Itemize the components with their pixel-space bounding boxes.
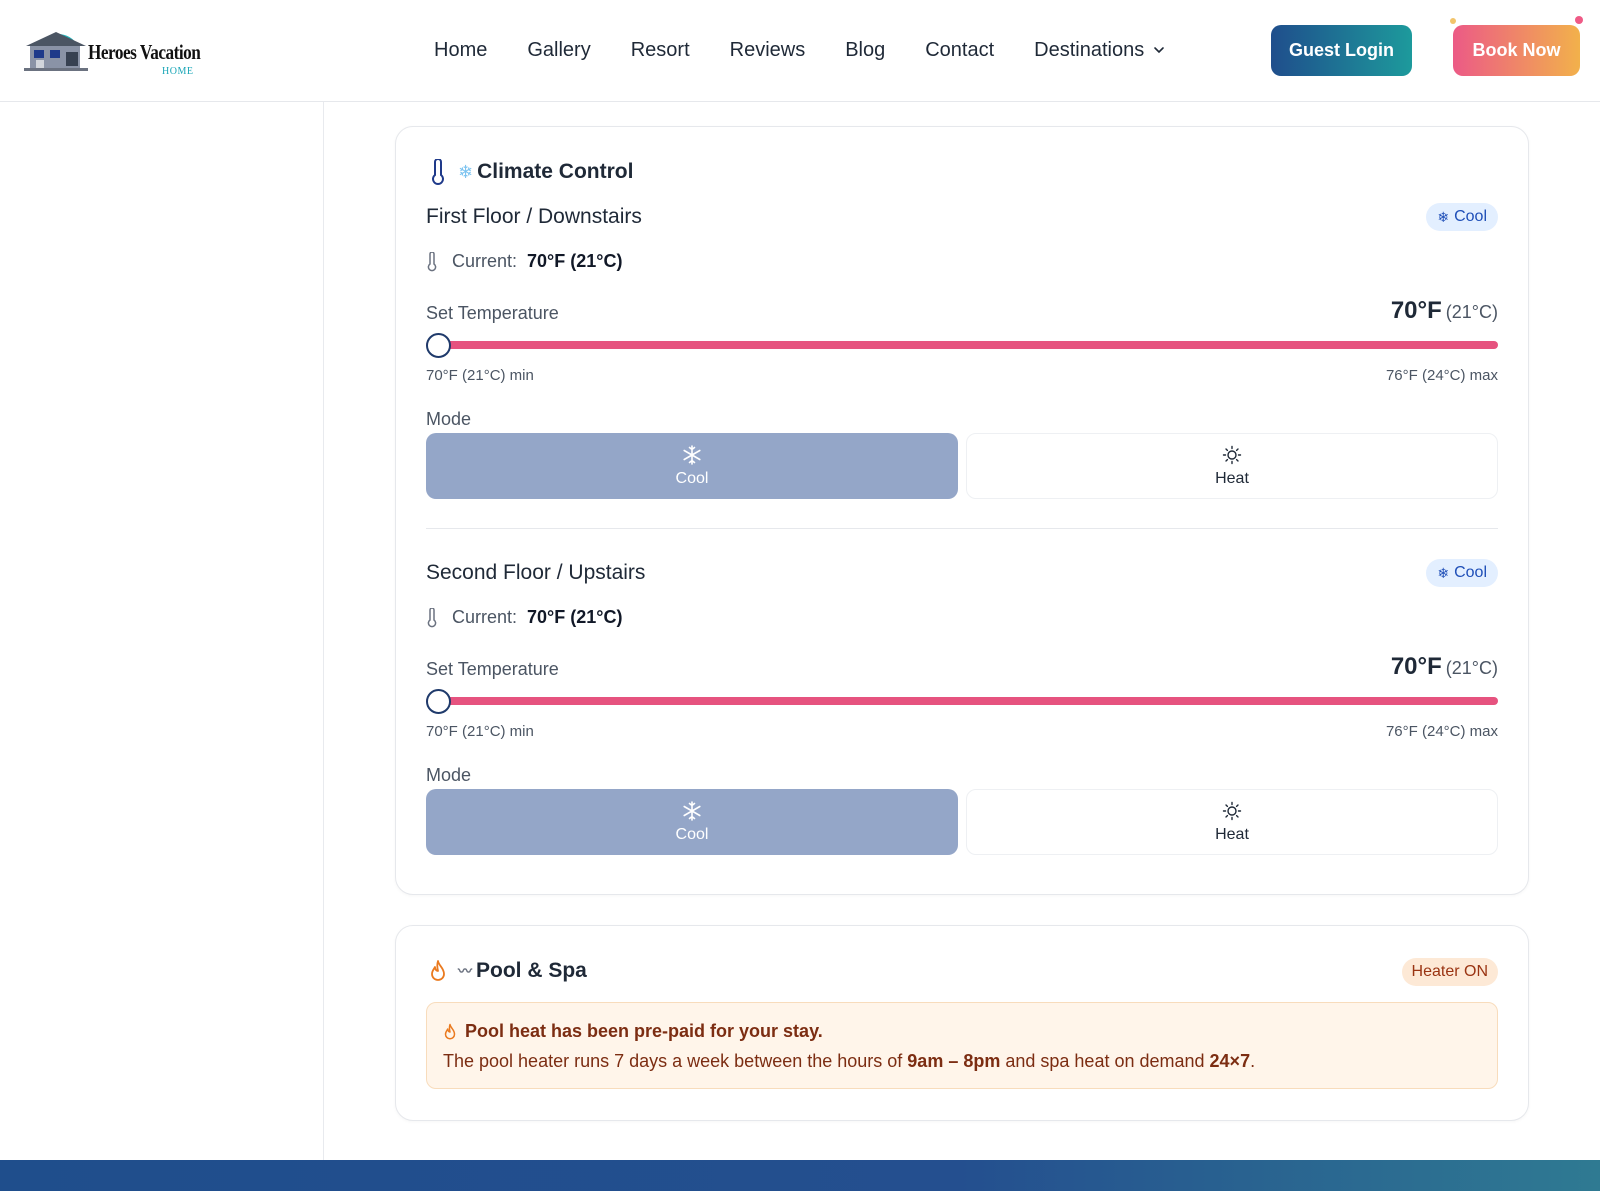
slider-min-label: 70°F (21°C) min: [426, 723, 534, 740]
decor-dot: [1450, 18, 1456, 24]
set-temp-value: 70°F (21°C): [1391, 653, 1498, 681]
thermometer-icon: [427, 251, 437, 271]
set-temp-f: 70°F: [1390, 297, 1442, 324]
nav-gallery[interactable]: Gallery: [527, 39, 590, 62]
notice-text: and spa heat on demand: [1000, 1051, 1210, 1071]
cool-mode-label: Cool: [675, 470, 709, 487]
slider-thumb[interactable]: [426, 689, 451, 714]
pool-spa-card: 〰 Pool & Spa Heater ON Pool heat has bee…: [395, 925, 1529, 1121]
thermometer-icon: [427, 607, 437, 627]
set-temp-label: Set Temperature: [426, 303, 559, 323]
current-value: 70°F (21°C): [527, 607, 623, 627]
mode-badge: ❄ Cool: [1426, 203, 1498, 231]
chevron-down-icon: [1154, 47, 1165, 54]
sun-icon: [1222, 444, 1242, 466]
climate-control-card: ❄ Climate Control First Floor / Downstai…: [395, 126, 1529, 895]
nav-contact[interactable]: Contact: [925, 39, 994, 62]
snowflake-icon: [682, 800, 702, 822]
set-temp-value: 70°F (21°C): [1391, 297, 1498, 325]
guest-login-button[interactable]: Guest Login: [1271, 25, 1412, 76]
nav-blog[interactable]: Blog: [845, 39, 885, 62]
nav-reviews[interactable]: Reviews: [730, 39, 806, 62]
cool-mode-label: Cool: [675, 826, 709, 843]
slider-track[interactable]: [426, 697, 1498, 705]
current-label: Current:: [452, 607, 518, 627]
nav-resort[interactable]: Resort: [631, 39, 690, 62]
sidebar-divider: [323, 102, 324, 1160]
current-temp: Current: 70°F (21°C): [426, 607, 622, 628]
set-temp-c: (21°C): [1445, 302, 1498, 322]
temperature-slider[interactable]: [426, 333, 1498, 358]
climate-title-text: Climate Control: [477, 160, 634, 183]
nav-destinations-label: Destinations: [1034, 38, 1145, 61]
flame-icon: [426, 958, 450, 984]
slider-track[interactable]: [426, 341, 1498, 349]
snowflake-icon: ❄: [1437, 208, 1450, 225]
heat-mode-label: Heat: [1215, 826, 1249, 843]
nav-home[interactable]: Home: [434, 39, 487, 62]
book-now-button[interactable]: Book Now: [1453, 25, 1580, 76]
pool-notice: Pool heat has been pre-paid for your sta…: [426, 1002, 1498, 1089]
mode-badge-label: Cool: [1454, 564, 1487, 581]
notice-title-text: Pool heat has been pre-paid for your sta…: [465, 1021, 823, 1041]
heat-mode-button[interactable]: Heat: [966, 789, 1498, 855]
notice-text: .: [1250, 1051, 1256, 1071]
temperature-slider[interactable]: [426, 689, 1498, 714]
current-value: 70°F (21°C): [527, 251, 623, 271]
mode-label: Mode: [426, 765, 472, 785]
cool-mode-button[interactable]: Cool: [426, 433, 958, 499]
mode-badge: ❄ Cool: [1426, 559, 1498, 587]
pool-title-text: Pool & Spa: [476, 959, 587, 982]
notice-body: The pool heater runs 7 days a week betwe…: [443, 1051, 1255, 1072]
heat-mode-label: Heat: [1215, 470, 1249, 487]
heat-mode-button[interactable]: Heat: [966, 433, 1498, 499]
notice-demand: 24×7: [1209, 1051, 1251, 1071]
zone-name: Second Floor / Upstairs: [426, 561, 646, 584]
set-temp-f: 70°F: [1390, 653, 1442, 680]
current-temp: Current: 70°F (21°C): [426, 251, 622, 272]
slider-max-label: 76°F (24°C) max: [1385, 723, 1498, 740]
climate-title: ❄ Climate Control: [426, 159, 633, 185]
zone-divider: [426, 528, 1498, 529]
main-nav: Home Gallery Resort Reviews Blog Contact…: [434, 0, 1206, 100]
mode-badge-label: Cool: [1454, 208, 1487, 225]
pool-title: 〰 Pool & Spa: [426, 958, 587, 984]
swimmer-icon: 〰: [458, 963, 472, 979]
footer-strip: [0, 1160, 1600, 1191]
slider-min-label: 70°F (21°C) min: [426, 367, 534, 384]
set-temp-label: Set Temperature: [426, 659, 559, 679]
cool-mode-button[interactable]: Cool: [426, 789, 958, 855]
brand-name: Heroes Vacation: [88, 40, 201, 64]
slider-max-label: 76°F (24°C) max: [1385, 367, 1498, 384]
notice-title: Pool heat has been pre-paid for your sta…: [443, 1021, 823, 1042]
snowflake-icon: ❄: [1437, 564, 1450, 581]
slider-thumb[interactable]: [426, 333, 451, 358]
nav-destinations[interactable]: Destinations: [1034, 39, 1166, 62]
mode-label: Mode: [426, 409, 472, 429]
site-header: Heroes Vacation HOME Home Gallery Resort…: [0, 0, 1600, 102]
notification-dot: [1575, 16, 1583, 24]
brand-sub: HOME: [162, 66, 194, 77]
set-temp-c: (21°C): [1445, 658, 1498, 678]
current-label: Current:: [452, 251, 518, 271]
flame-icon: [444, 1023, 456, 1039]
notice-hours: 9am – 8pm: [907, 1051, 1001, 1071]
sun-icon: [1222, 800, 1242, 822]
thermometer-icon: [426, 159, 450, 185]
snowflake-icon: [682, 444, 702, 466]
notice-text: The pool heater runs 7 days a week betwe…: [443, 1051, 908, 1071]
brand-logo[interactable]: Heroes Vacation HOME: [24, 22, 204, 82]
heater-status-badge: Heater ON: [1401, 958, 1498, 986]
zone-name: First Floor / Downstairs: [426, 205, 642, 228]
house-logo-icon: [24, 32, 88, 71]
snowflake-icon: ❄: [458, 161, 474, 182]
